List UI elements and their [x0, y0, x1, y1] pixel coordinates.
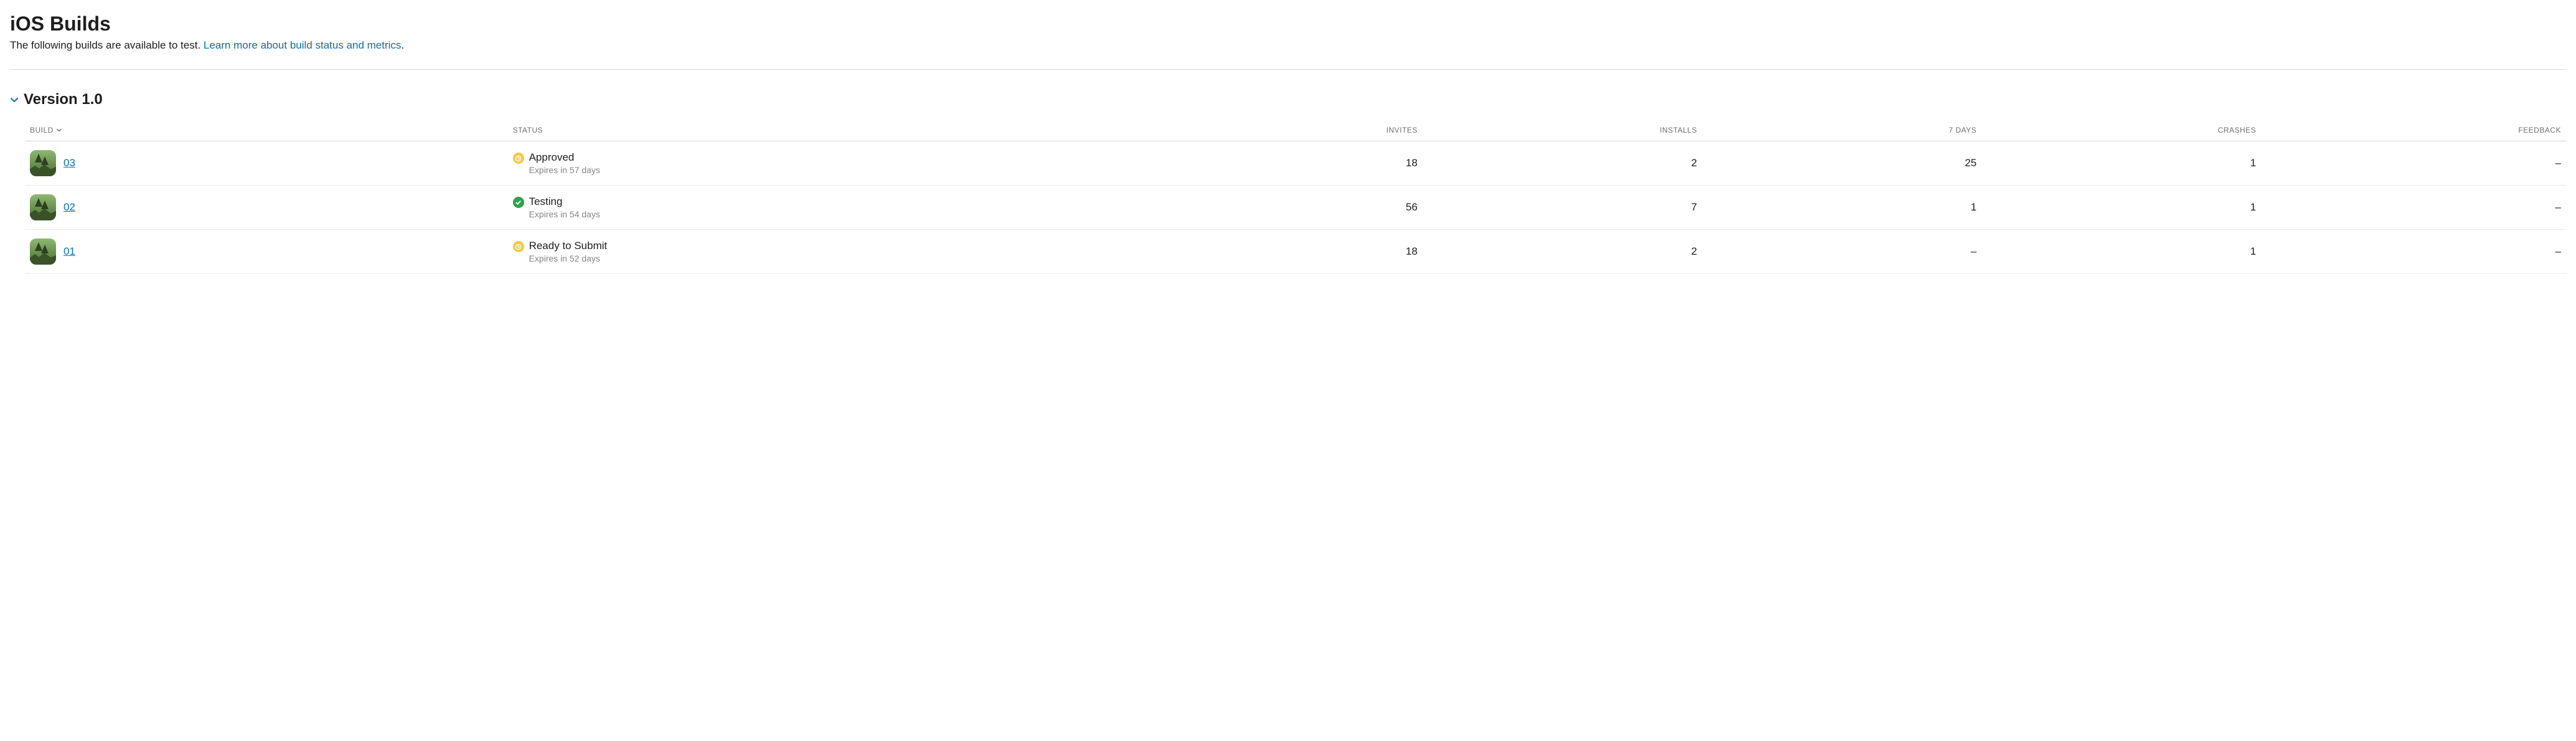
app-icon — [30, 238, 56, 265]
seven-days-value: – — [1702, 230, 1981, 274]
feedback-value: – — [2261, 186, 2566, 230]
feedback-value: – — [2261, 141, 2566, 186]
build-number-link[interactable]: 01 — [63, 245, 75, 258]
column-header-status: STATUS — [508, 120, 1144, 141]
status-expires: Expires in 54 days — [529, 209, 600, 219]
build-number-link[interactable]: 03 — [63, 157, 75, 169]
column-header-installs: INSTALLS — [1422, 120, 1702, 141]
crashes-value: 1 — [1981, 141, 2261, 186]
table-row[interactable]: 03 ApprovedExpires in 57 days 182251– — [25, 141, 2566, 186]
column-header-7days: 7 DAYS — [1702, 120, 1981, 141]
column-header-crashes: CRASHES — [1981, 120, 2261, 141]
installs-value: 2 — [1422, 230, 1702, 274]
feedback-value: – — [2261, 230, 2566, 274]
builds-table: BUILD STATUS INVITES INSTALLS 7 DAYS CRA… — [25, 120, 2566, 274]
status-label: Approved — [529, 151, 600, 164]
table-row[interactable]: 01Ready to SubmitExpires in 52 days182–1… — [25, 230, 2566, 274]
invites-value: 18 — [1143, 141, 1422, 186]
table-header-row: BUILD STATUS INVITES INSTALLS 7 DAYS CRA… — [25, 120, 2566, 141]
invites-value: 56 — [1143, 186, 1422, 230]
status-expires: Expires in 52 days — [529, 253, 608, 263]
clock-icon — [513, 153, 524, 164]
chevron-down-icon — [56, 127, 62, 133]
seven-days-value: 25 — [1702, 141, 1981, 186]
table-row[interactable]: 02TestingExpires in 54 days56711– — [25, 186, 2566, 230]
installs-value: 7 — [1422, 186, 1702, 230]
column-header-build[interactable]: BUILD — [25, 120, 508, 141]
learn-more-link[interactable]: Learn more about build status and metric… — [204, 39, 402, 51]
crashes-value: 1 — [1981, 186, 2261, 230]
crashes-value: 1 — [1981, 230, 2261, 274]
version-toggle[interactable]: Version 1.0 — [10, 91, 2566, 108]
column-header-invites: INVITES — [1143, 120, 1422, 141]
chevron-down-icon — [10, 95, 19, 104]
subtitle-text: The following builds are available to te… — [10, 39, 204, 51]
subtitle-period: . — [401, 39, 404, 51]
page-title: iOS Builds — [10, 12, 2566, 35]
app-icon — [30, 150, 56, 176]
clock-icon — [513, 241, 524, 252]
version-label: Version 1.0 — [24, 91, 103, 108]
page-subtitle: The following builds are available to te… — [10, 39, 2566, 52]
check-icon — [513, 197, 524, 208]
build-number-link[interactable]: 02 — [63, 201, 75, 214]
invites-value: 18 — [1143, 230, 1422, 274]
app-icon — [30, 194, 56, 220]
column-header-feedback: FEEDBACK — [2261, 120, 2566, 141]
column-header-build-label: BUILD — [30, 126, 54, 135]
status-label: Ready to Submit — [529, 240, 608, 252]
seven-days-value: 1 — [1702, 186, 1981, 230]
installs-value: 2 — [1422, 141, 1702, 186]
status-expires: Expires in 57 days — [529, 165, 600, 175]
status-label: Testing — [529, 196, 600, 208]
section-divider — [10, 69, 2566, 70]
